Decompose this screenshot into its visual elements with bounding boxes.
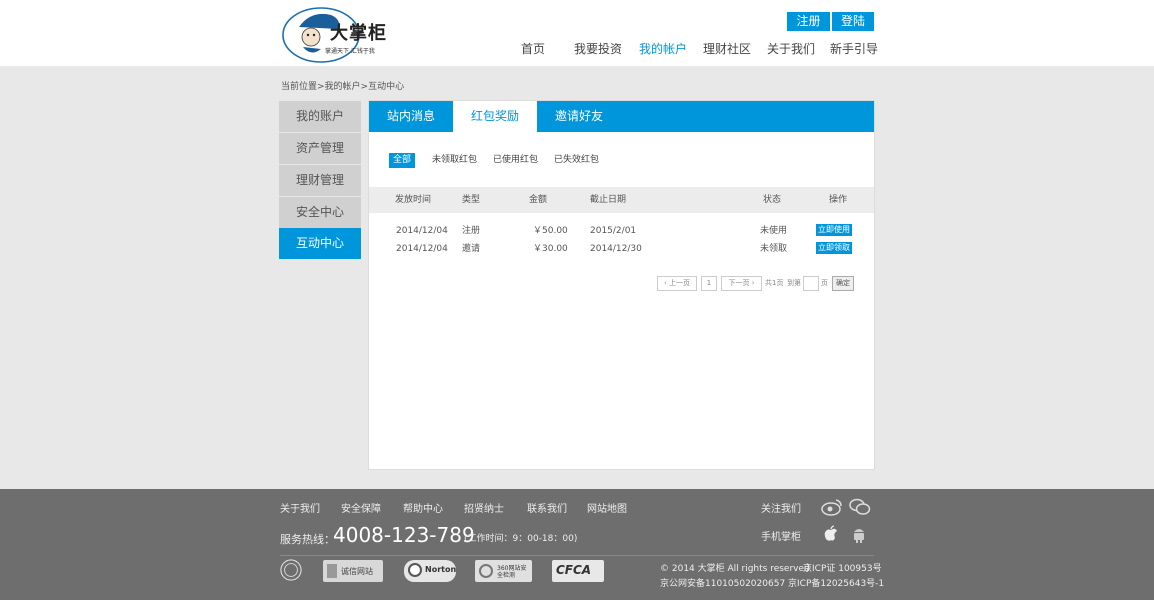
col-action: 操作 <box>829 195 848 205</box>
sidebar-item-finance[interactable]: 理财管理 <box>279 165 361 196</box>
site-footer: 关于我们 安全保障 帮助中心 招贤纳士 联系我们 网站地图 服务热线： 4008… <box>0 489 1154 600</box>
filter-expired[interactable]: 已失效红包 <box>550 153 603 168</box>
follow-us-label: 关注我们 <box>761 504 801 515</box>
logo-slogan: 掌通天下 汇钱于我 <box>325 48 375 55</box>
pager-page-input[interactable] <box>803 276 819 291</box>
tab-messages[interactable]: 站内消息 <box>369 101 453 132</box>
site-header: 大掌柜 掌通天下 汇钱于我 注册 登陆 首页 我要投资 我的帐户 理财社区 关于… <box>0 0 1154 66</box>
cell-type: 注册 <box>462 226 481 236</box>
pager-confirm-button[interactable]: 确定 <box>832 276 854 291</box>
pager-prev-button[interactable]: ‹ 上一页 <box>657 276 697 291</box>
breadcrumb: 当前位置>我的帐户>互动中心 <box>281 82 405 92</box>
filter-unclaimed[interactable]: 未领取红包 <box>428 153 481 168</box>
footer-link-about[interactable]: 关于我们 <box>280 500 320 515</box>
footer-link-contact[interactable]: 联系我们 <box>527 500 567 515</box>
cell-date: 2014/12/04 <box>396 244 448 254</box>
nav-community[interactable]: 理财社区 <box>703 41 751 57</box>
cell-deadline: 2014/12/30 <box>590 244 642 254</box>
icp-record: 京ICP备12025643号-1 <box>788 579 885 589</box>
cell-type: 邀请 <box>462 244 481 254</box>
pager-page-1[interactable]: 1 <box>701 276 717 291</box>
cell-status: 未使用 <box>760 226 788 236</box>
footer-link-help[interactable]: 帮助中心 <box>403 500 443 515</box>
badge-norton[interactable]: Norton <box>404 560 456 582</box>
pager-goto-label: 到第 <box>787 279 801 287</box>
copyright: © 2014 大掌柜 All rights reserved <box>660 564 810 574</box>
android-icon[interactable] <box>851 525 867 543</box>
nav-invest[interactable]: 我要投资 <box>574 41 622 57</box>
hotline-label: 服务热线： <box>280 533 335 546</box>
col-amount: 金额 <box>529 195 548 205</box>
tab-bar: 站内消息 红包奖励 邀请好友 <box>369 101 874 132</box>
tab-red-packets[interactable]: 红包奖励 <box>453 101 537 132</box>
badge-360-label: 360网站安全检测 <box>497 565 527 579</box>
magnifier-icon <box>479 564 493 578</box>
filter-all[interactable]: 全部 <box>389 153 416 168</box>
col-type: 类型 <box>462 195 481 205</box>
pager-total: 共1页 <box>765 279 784 287</box>
document-icon <box>327 564 337 578</box>
badge-cfca-label: CFCA <box>556 563 592 577</box>
col-status: 状态 <box>763 195 782 205</box>
filter-used[interactable]: 已使用红包 <box>489 153 542 168</box>
footer-divider <box>280 555 874 556</box>
cell-amount: ￥30.00 <box>533 244 568 254</box>
nav-guide[interactable]: 新手引导 <box>830 41 878 57</box>
hotline-number: 4008-123-789 <box>333 523 475 547</box>
apple-icon[interactable] <box>823 525 839 543</box>
pager-next-label: 下一页 <box>728 279 750 287</box>
footer-link-sitemap[interactable]: 网站地图 <box>587 500 627 515</box>
hotline-hours: (工作时间：9：00-18：00) <box>464 534 578 544</box>
police-record: 京公网安备11010502020657 <box>660 579 786 589</box>
table-header: 发放时间 类型 金额 截止日期 状态 操作 <box>369 187 874 213</box>
certification-seal-icon <box>280 559 302 581</box>
sidebar-item-interaction[interactable]: 互动中心 <box>279 228 361 259</box>
wechat-icon[interactable] <box>849 498 871 516</box>
content-panel: 站内消息 红包奖励 邀请好友 全部 未领取红包 已使用红包 已失效红包 发放时间… <box>368 100 875 470</box>
pager-prev-label: 上一页 <box>669 279 691 287</box>
nav-home[interactable]: 首页 <box>521 41 545 57</box>
badge-cfca[interactable]: CFCA <box>552 560 604 582</box>
checkmark-icon <box>408 563 422 577</box>
badge-360[interactable]: 360网站安全检测 <box>475 560 532 582</box>
pager-unit: 页 <box>821 279 828 287</box>
icp-license: 京ICP证 100953号 <box>803 564 882 574</box>
weibo-icon[interactable] <box>821 498 843 516</box>
mobile-app-label: 手机掌柜 <box>761 532 801 543</box>
footer-link-careers[interactable]: 招贤纳士 <box>464 500 504 515</box>
pager-next-button[interactable]: 下一页 › <box>721 276 762 291</box>
sidebar-item-assets[interactable]: 资产管理 <box>279 133 361 164</box>
login-button[interactable]: 登陆 <box>832 12 874 31</box>
col-issue-date: 发放时间 <box>395 195 432 205</box>
nav-about[interactable]: 关于我们 <box>767 41 815 57</box>
col-deadline: 截止日期 <box>590 195 627 205</box>
footer-link-security[interactable]: 安全保障 <box>341 500 381 515</box>
use-now-button[interactable]: 立即使用 <box>816 224 852 236</box>
sidebar-item-my-account[interactable]: 我的账户 <box>279 101 361 132</box>
sidebar-item-security[interactable]: 安全中心 <box>279 197 361 228</box>
cell-status: 未领取 <box>760 244 788 254</box>
badge-norton-label: Norton <box>425 565 457 574</box>
nav-my-account[interactable]: 我的帐户 <box>639 41 687 57</box>
cell-deadline: 2015/2/01 <box>590 226 637 236</box>
register-button[interactable]: 注册 <box>787 12 830 31</box>
tab-invite-friends[interactable]: 邀请好友 <box>537 101 621 132</box>
badge-trust-site-label: 诚信网站 <box>341 567 373 576</box>
cell-date: 2014/12/04 <box>396 226 448 236</box>
claim-now-button[interactable]: 立即领取 <box>816 242 852 254</box>
badge-trust-site[interactable]: 诚信网站 <box>323 560 383 582</box>
logo-text: 大掌柜 <box>330 23 387 44</box>
cell-amount: ￥50.00 <box>533 226 568 236</box>
